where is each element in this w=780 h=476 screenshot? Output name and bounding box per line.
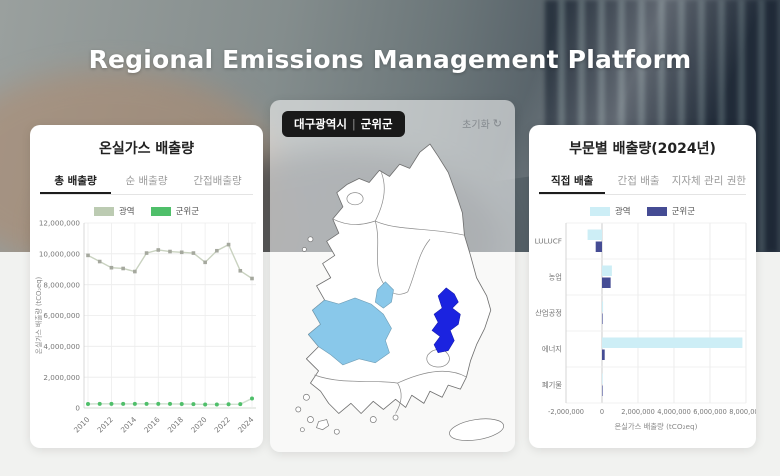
ghg-line-chart: 0 2,000,000 4,000,000 6,000,000 8,000,000 10,… xyxy=(30,217,263,448)
svg-text:0: 0 xyxy=(600,408,604,416)
svg-text:2022: 2022 xyxy=(212,415,232,435)
ghg-tab[interactable]: 간접배출량 xyxy=(182,171,253,194)
ghg-chart-legend: 광역 군위군 xyxy=(30,205,263,217)
korea-map[interactable] xyxy=(276,142,509,451)
sector-tab[interactable]: 간접 배출 xyxy=(605,171,671,194)
legend-label: 광역 xyxy=(119,205,135,217)
svg-text:LULUCF: LULUCF xyxy=(535,237,562,246)
ghg-tab[interactable]: 총 배출량 xyxy=(40,171,111,194)
badge-separator: | xyxy=(347,117,361,131)
selected-region-badge[interactable]: 대구광역시|군위군 xyxy=(282,111,405,137)
sector-panel-title: 부문별 배출량(2024년) xyxy=(529,138,756,158)
sector-bar-chart: -2,000,000 0 2,000,0004,000,0006,000,0008,… xyxy=(529,217,756,448)
map-header: 대구광역시|군위군 초기화 ↻ xyxy=(270,100,515,140)
legend-swatch xyxy=(647,207,667,216)
legend-label: 군위군 xyxy=(672,205,695,217)
legend-item: 군위군 xyxy=(151,205,199,217)
ghg-tab[interactable]: 순 배출량 xyxy=(111,171,182,194)
svg-text:2,000,000: 2,000,000 xyxy=(43,373,80,382)
svg-text:8,000,000: 8,000,000 xyxy=(43,280,80,289)
legend-swatch xyxy=(151,207,171,216)
sector-tab[interactable]: 직접 배출 xyxy=(539,171,605,194)
svg-text:온실가스 배출량 (tCO₂eq): 온실가스 배출량 (tCO₂eq) xyxy=(614,422,697,431)
map-jeju-island xyxy=(448,415,505,444)
legend-swatch xyxy=(590,207,610,216)
svg-text:10,000,000: 10,000,000 xyxy=(39,249,81,258)
reset-button[interactable]: 초기화 ↻ xyxy=(462,116,502,131)
sector-chart-legend: 광역 군위군 xyxy=(529,205,756,217)
reset-label: 초기화 xyxy=(462,116,490,131)
svg-text:산업공정: 산업공정 xyxy=(535,309,562,318)
svg-text:2016: 2016 xyxy=(142,415,162,435)
svg-text:2,000,000: 2,000,000 xyxy=(621,408,655,416)
legend-swatch xyxy=(94,207,114,216)
svg-text:2010: 2010 xyxy=(72,415,92,435)
sector-emissions-panel: 부문별 배출량(2024년) 직접 배출간접 배출지자체 관리 권한 광역 군위군… xyxy=(529,125,756,448)
svg-text:2012: 2012 xyxy=(95,415,115,435)
svg-text:12,000,000: 12,000,000 xyxy=(39,219,81,228)
svg-text:에너지: 에너지 xyxy=(542,345,562,354)
svg-text:2018: 2018 xyxy=(166,415,186,435)
svg-text:6,000,000: 6,000,000 xyxy=(43,311,80,320)
svg-text:-2,000,000: -2,000,000 xyxy=(548,408,584,416)
legend-item: 광역 xyxy=(590,205,631,217)
legend-item: 광역 xyxy=(94,205,135,217)
sector-tab[interactable]: 지자체 관리 권한 xyxy=(672,171,746,194)
svg-text:2014: 2014 xyxy=(119,415,139,435)
svg-text:4,000,000: 4,000,000 xyxy=(657,408,691,416)
legend-label: 광역 xyxy=(615,205,631,217)
svg-text:8,000,000: 8,000,000 xyxy=(729,408,756,416)
region-map-panel: 대구광역시|군위군 초기화 ↻ xyxy=(270,100,515,452)
ghg-panel-tabs: 총 배출량순 배출량간접배출량 xyxy=(40,171,253,195)
ghg-emissions-panel: 온실가스 배출량 총 배출량순 배출량간접배출량 광역 군위군 0 2,000,00… xyxy=(30,125,263,448)
legend-item: 군위군 xyxy=(647,205,695,217)
sector-panel-tabs: 직접 배출간접 배출지자체 관리 권한 xyxy=(539,171,746,195)
svg-text:0: 0 xyxy=(75,404,80,413)
page-title: Regional Emissions Management Platform xyxy=(0,45,780,74)
reset-icon: ↻ xyxy=(493,117,502,130)
legend-label: 군위군 xyxy=(176,205,199,217)
svg-text:2020: 2020 xyxy=(189,415,209,435)
ghg-panel-title: 온실가스 배출량 xyxy=(30,138,263,158)
svg-text:6,000,000: 6,000,000 xyxy=(693,408,727,416)
district-name: 군위군 xyxy=(361,117,393,131)
svg-text:4,000,000: 4,000,000 xyxy=(43,342,80,351)
map-mainland[interactable] xyxy=(306,144,490,413)
svg-text:2024: 2024 xyxy=(236,415,256,435)
svg-text:온실가스 배출량 (tCO₂eq): 온실가스 배출량 (tCO₂eq) xyxy=(34,276,43,354)
svg-text:농업: 농업 xyxy=(549,273,562,282)
region-name: 대구광역시 xyxy=(294,117,347,131)
svg-text:폐기물: 폐기물 xyxy=(542,381,562,390)
